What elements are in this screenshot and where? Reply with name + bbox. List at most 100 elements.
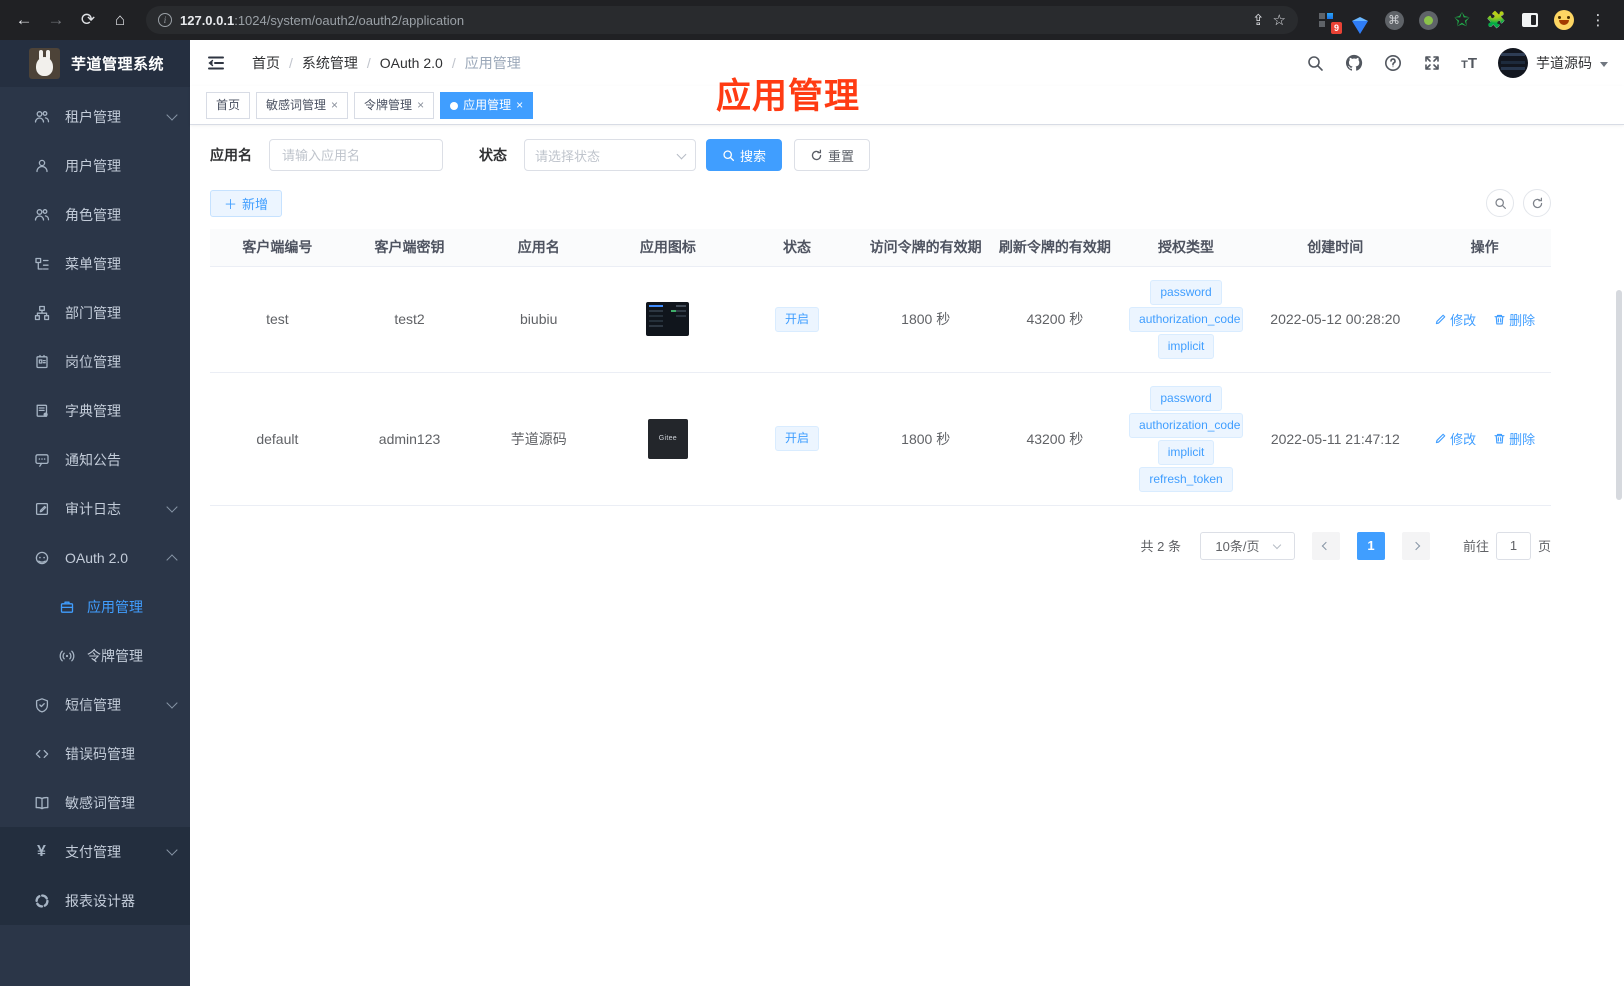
sidebar-item-post[interactable]: 岗位管理 — [0, 337, 190, 386]
sidebar-item-user[interactable]: 用户管理 — [0, 141, 190, 190]
chevron-down-icon — [166, 108, 178, 121]
app-icon-image: Gitee — [647, 418, 688, 459]
search-button[interactable]: 搜索 — [706, 139, 783, 171]
app-name-input[interactable] — [269, 139, 443, 171]
tab-application[interactable]: 应用管理 × — [440, 92, 534, 119]
grant-tag: implicit — [1157, 333, 1215, 359]
chevron-down-icon — [1272, 540, 1281, 549]
next-page-button[interactable] — [1401, 531, 1430, 560]
grant-tag: password — [1150, 279, 1222, 305]
page-size-select[interactable]: 10条/页 — [1199, 531, 1295, 560]
side-panel-icon[interactable] — [1520, 10, 1540, 30]
edit-document-icon — [33, 500, 50, 517]
grant-tag: authorization_code — [1129, 412, 1244, 438]
browser-reload-button[interactable]: ⟳ — [74, 6, 102, 34]
users-icon — [33, 206, 50, 223]
profile-avatar-icon[interactable] — [1554, 10, 1574, 30]
site-info-icon[interactable]: i — [158, 13, 172, 27]
share-icon[interactable]: ⇪ — [1252, 11, 1265, 29]
browser-home-button[interactable]: ⌂ — [106, 6, 134, 34]
status-badge: 开启 — [775, 306, 820, 332]
col-created: 创建时间 — [1252, 229, 1419, 267]
sidebar-item-menu[interactable]: 菜单管理 — [0, 239, 190, 288]
edit-button[interactable]: 修改 — [1434, 429, 1476, 448]
sidebar-item-role[interactable]: 角色管理 — [0, 190, 190, 239]
browser-back-button[interactable]: ← — [10, 6, 38, 34]
address-bar[interactable]: i 127.0.0.1:1024/system/oauth2/oauth2/ap… — [146, 6, 1298, 34]
sidebar-item-sms[interactable]: 短信管理 — [0, 680, 190, 729]
tab-sensitive-word[interactable]: 敏感词管理 × — [256, 92, 349, 119]
close-icon[interactable]: × — [331, 93, 338, 118]
refresh-button[interactable] — [1523, 189, 1551, 217]
app-logo: 芋道管理系统 — [0, 40, 190, 87]
col-refresh-ttl: 刷新令牌的有效期 — [990, 229, 1120, 267]
tab-token[interactable]: 令牌管理 × — [354, 92, 435, 119]
extension-record-icon[interactable] — [1418, 10, 1438, 30]
sidebar-item-dept[interactable]: 部门管理 — [0, 288, 190, 337]
github-icon[interactable] — [1344, 53, 1364, 73]
sidebar-item-dict[interactable]: 字典管理 — [0, 386, 190, 435]
fullscreen-icon[interactable] — [1422, 53, 1442, 73]
breadcrumb-home[interactable]: 首页 — [252, 53, 280, 73]
breadcrumb-system[interactable]: 系统管理 — [302, 53, 358, 73]
close-icon[interactable]: × — [516, 93, 523, 118]
sidebar-collapse-icon[interactable] — [206, 52, 228, 74]
bookmark-star-icon[interactable]: ☆ — [1273, 11, 1286, 29]
extension-command-icon[interactable]: ⌘ — [1384, 10, 1404, 30]
caret-down-icon — [1600, 62, 1608, 67]
tab-home[interactable]: 首页 — [206, 92, 251, 119]
extension-grid-icon[interactable]: 9 — [1316, 10, 1342, 34]
app-name-label: 应用名 — [210, 147, 252, 163]
col-status: 状态 — [732, 229, 862, 267]
id-badge-icon — [33, 353, 50, 370]
sidebar-item-sensitive-word[interactable]: 敏感词管理 — [0, 778, 190, 827]
extension-gem-icon[interactable] — [1350, 10, 1370, 34]
prev-page-button[interactable] — [1311, 531, 1340, 560]
extension-star-icon[interactable]: ✩ — [1452, 10, 1472, 30]
broadcast-icon — [58, 647, 75, 664]
sidebar-item-audit-log[interactable]: 审计日志 — [0, 484, 190, 533]
sidebar-item-notice[interactable]: 通知公告 — [0, 435, 190, 484]
total-count: 共 2 条 — [1140, 539, 1181, 554]
sidebar-item-oauth2[interactable]: OAuth 2.0 — [0, 533, 190, 582]
scrollbar-thumb[interactable] — [1616, 290, 1622, 500]
browser-forward-button[interactable]: → — [42, 6, 70, 34]
delete-button[interactable]: 删除 — [1493, 310, 1535, 329]
breadcrumb-oauth2[interactable]: OAuth 2.0 — [380, 55, 443, 71]
close-icon[interactable]: × — [417, 93, 424, 118]
edit-button[interactable]: 修改 — [1434, 310, 1476, 329]
yen-icon: ¥ — [37, 842, 46, 860]
chevron-up-icon — [166, 553, 178, 566]
user-menu[interactable]: 芋道源码 — [1498, 48, 1608, 78]
font-size-icon[interactable]: TT — [1461, 55, 1477, 72]
delete-button[interactable]: 删除 — [1493, 429, 1535, 448]
sidebar-item-report-designer[interactable]: 报表设计器 — [0, 876, 190, 925]
sidebar-item-token[interactable]: 令牌管理 — [0, 631, 190, 680]
reset-button[interactable]: 重置 — [794, 139, 871, 171]
page-number-1[interactable]: 1 — [1356, 531, 1385, 560]
goto-label: 前往 — [1462, 539, 1489, 554]
sidebar-item-errcode[interactable]: 错误码管理 — [0, 729, 190, 778]
search-icon[interactable] — [1305, 53, 1325, 73]
col-grant-types: 授权类型 — [1119, 229, 1253, 267]
org-chart-icon — [33, 304, 50, 321]
status-select[interactable]: 请选择状态 — [524, 139, 696, 171]
extensions-puzzle-icon[interactable]: 🧩 — [1486, 10, 1506, 30]
shield-check-icon — [33, 696, 50, 713]
sidebar-item-application[interactable]: 应用管理 — [0, 582, 190, 631]
app-icon-image — [646, 302, 690, 336]
sidebar: 芋道管理系统 租户管理 用户管理 角色管理 菜单管理 部门管理 岗位管理 字典管… — [0, 40, 190, 986]
status-label: 状态 — [479, 147, 507, 163]
goto-page-input[interactable] — [1495, 531, 1531, 560]
sidebar-item-tenant[interactable]: 租户管理 — [0, 92, 190, 141]
help-icon[interactable] — [1383, 53, 1403, 73]
url-path: :1024/system/oauth2/oauth2/application — [234, 12, 465, 28]
table-row: test test2 biubiu 开启 1800 秒 43200 秒 pass… — [210, 266, 1551, 373]
browser-menu-icon[interactable]: ⋮ — [1588, 10, 1608, 30]
sidebar-item-payment[interactable]: ¥ 支付管理 — [0, 827, 190, 876]
chevron-down-icon — [676, 149, 687, 159]
code-icon — [33, 745, 50, 762]
toggle-search-button[interactable] — [1486, 189, 1514, 217]
add-button[interactable]: ＋ 新增 — [210, 189, 283, 217]
segmented-wheel-icon — [33, 892, 50, 909]
